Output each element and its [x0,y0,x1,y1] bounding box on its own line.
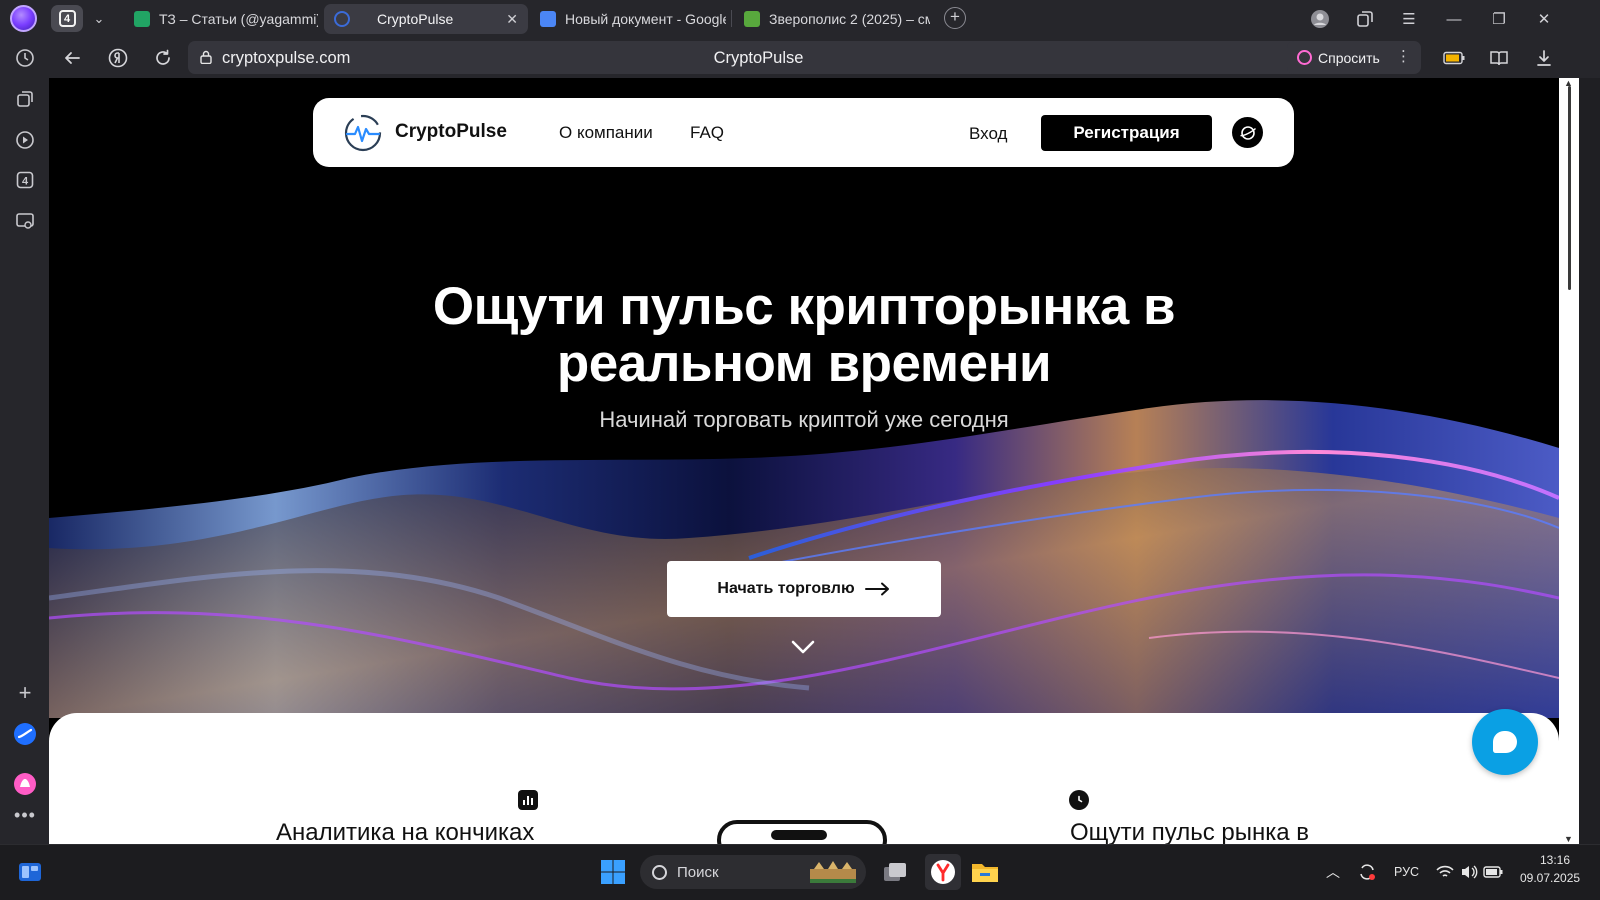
hero-subtitle: Начинай торговать криптой уже сегодня [599,407,1009,432]
search-highlight-illustration-icon [810,861,856,883]
start-trading-button[interactable]: Начать торговлю [667,561,941,617]
feature-title-market-pulse: Ощути пульс рынка в [1070,819,1310,844]
task-view-icon[interactable] [880,857,910,887]
scroll-down-arrow-icon[interactable]: ▼ [1564,834,1573,844]
reload-icon[interactable] [150,45,176,71]
page-viewport: CryptoPulse О компании FAQ Вход Регистра… [49,78,1559,844]
download-icon[interactable] [1531,45,1557,71]
taskbar-search[interactable]: Поиск [640,855,866,889]
windows-taskbar: Поиск ︿ РУС 13:16 09.07.2025 [0,844,1600,900]
logo-text[interactable]: CryptoPulse [395,121,507,143]
features-section: Аналитика на кончиках Ощути пульс рынка … [49,713,1559,844]
cryptopulse-logo-icon[interactable] [343,113,383,153]
clock-time[interactable]: 13:16 [1540,853,1570,867]
minimize-icon[interactable]: — [1442,7,1466,31]
tab-sheets[interactable]: ТЗ – Статьи (@yagammi) [124,4,318,34]
tab-title: Новый документ - Google [565,11,726,27]
chevron-down-icon[interactable]: ⌄ [88,6,110,31]
tab-zootopia[interactable]: Зверополис 2 (2025) – см [734,4,930,34]
tab-cryptopulse[interactable]: CryptoPulse ✕ [324,4,528,34]
phone-notch [771,830,827,840]
menu-icon[interactable]: ☰ [1397,7,1421,31]
tab-bar: 4 ⌄ ТЗ – Статьи (@yagammi) CryptoPulse ✕… [0,0,1600,37]
restore-icon[interactable]: ❐ [1487,7,1511,31]
tab-count-button[interactable]: 4 [51,5,83,32]
tab-title: ТЗ – Статьи (@yagammi) [159,11,318,27]
reader-mode-icon[interactable] [1486,45,1512,71]
ask-label: Спросить [1318,49,1380,66]
bar-chart-icon [518,790,538,810]
svg-text:4: 4 [22,176,29,188]
tab-title: Зверополис 2 (2025) – см [769,11,930,27]
chevron-up-icon[interactable]: ︿ [1318,857,1348,887]
file-explorer-icon[interactable] [970,857,1000,887]
hero-title-line1: Ощути пульс крипторынка в [432,277,1176,336]
globe-icon [334,11,350,27]
clock-date[interactable]: 09.07.2025 [1520,871,1580,885]
search-icon [652,864,667,880]
ai-sparkle-icon [1297,50,1312,65]
login-link[interactable]: Вход [969,124,1007,144]
add-icon[interactable]: + [13,680,37,705]
more-vertical-icon[interactable]: ⋮ [1396,47,1411,65]
tab-google-doc[interactable]: Новый документ - Google [530,4,726,34]
cta-label: Начать торговлю [717,580,855,597]
search-placeholder: Поиск [677,863,719,881]
nav-faq[interactable]: FAQ [690,123,724,143]
arrow-right-icon [864,582,889,596]
film-icon [744,11,760,27]
language-indicator[interactable]: РУС [1394,865,1419,879]
chevron-down-icon[interactable] [790,639,816,655]
history-icon[interactable] [13,46,37,70]
collections-icon[interactable] [1353,7,1377,31]
register-button[interactable]: Регистрация [1041,115,1212,151]
hero-title: Ощути пульс крипторынка в реальном време… [49,278,1559,392]
tabs-count-icon[interactable]: 4 [13,168,37,192]
messenger-app-icon[interactable] [13,722,37,746]
browser-sidebar: 4 + ••• [0,37,49,844]
sheets-icon [134,11,150,27]
tabs-overview-icon[interactable] [13,87,37,111]
more-icon[interactable]: ••• [13,803,37,827]
account-icon[interactable] [1308,7,1332,31]
close-icon[interactable]: ✕ [506,11,518,28]
battery-icon[interactable] [1478,857,1508,887]
clock-icon [1069,790,1089,810]
site-header: CryptoPulse О компании FAQ Вход Регистра… [313,98,1294,167]
back-icon[interactable] [59,45,85,71]
tab-title: CryptoPulse [377,11,454,27]
widgets-icon[interactable] [15,857,45,887]
screenshot-icon[interactable] [13,209,37,233]
yandex-home-icon[interactable] [105,45,131,71]
hero-title-line2: реальном времени [556,334,1052,393]
yandex-browser-taskbar-icon[interactable] [925,854,961,890]
chat-bubble-icon [1493,731,1517,753]
address-bar-row: cryptoxpulse.com CryptoPulse Спросить ⋮ [49,37,1600,78]
phone-mockup [717,820,887,844]
page-title: CryptoPulse [713,49,804,67]
browser-profile-icon[interactable] [10,5,37,32]
page-scrollbar[interactable]: ▲ ▼ [1559,78,1579,844]
windows-start-icon[interactable] [598,857,628,887]
sync-icon[interactable] [1352,857,1382,887]
new-tab-button[interactable]: + [944,7,966,29]
tab-count: 4 [58,10,76,27]
docs-icon [540,11,556,27]
ask-ai-button[interactable]: Спросить ⋮ [1287,41,1421,74]
url-field[interactable]: cryptoxpulse.com CryptoPulse [188,41,1329,74]
support-chat-button[interactable] [1472,709,1538,775]
video-play-icon[interactable] [13,128,37,152]
alice-assistant-icon[interactable] [13,772,37,796]
feature-title-analytics: Аналитика на кончиках [276,819,535,844]
tab-separator [731,10,732,27]
nav-about[interactable]: О компании [559,123,653,143]
language-switch-icon[interactable] [1232,117,1263,148]
scrollbar-thumb[interactable] [1568,86,1571,290]
battery-saver-icon[interactable] [1441,45,1467,71]
close-window-icon[interactable]: ✕ [1532,7,1556,31]
